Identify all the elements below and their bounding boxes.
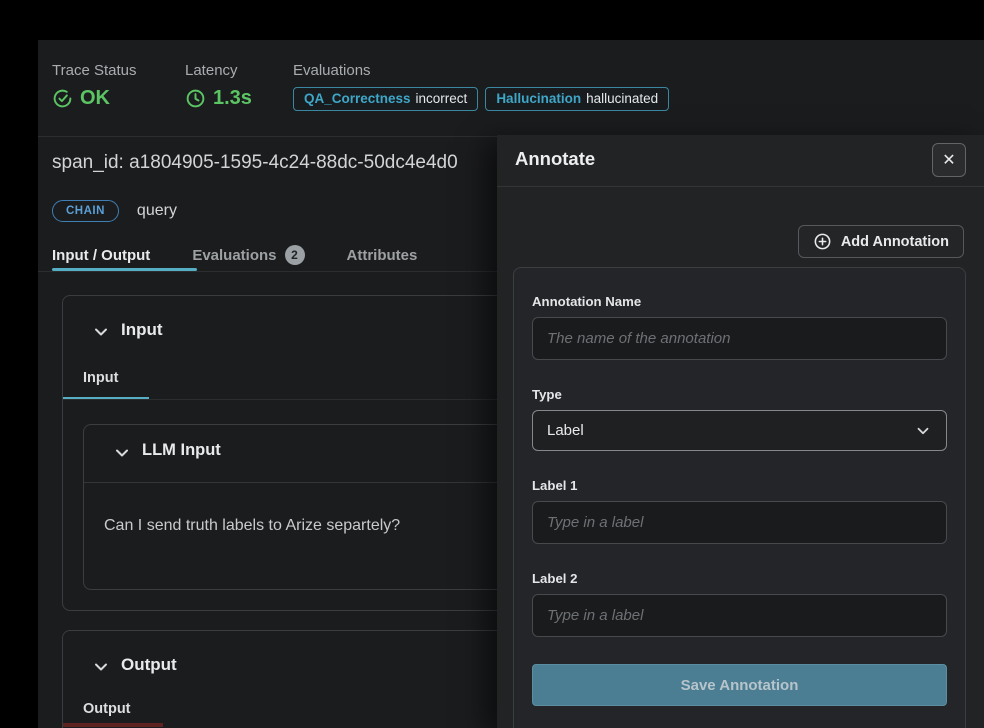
- span-tabs: Input / Output Evaluations 2 Attributes: [52, 245, 417, 265]
- tab-attributes-label: Attributes: [347, 247, 418, 264]
- output-inner-tab[interactable]: Output: [83, 701, 131, 717]
- llm-input-text: Can I send truth labels to Arize separte…: [104, 517, 400, 535]
- annotation-name-input[interactable]: [532, 317, 947, 360]
- save-annotation-button[interactable]: Save Annotation: [532, 664, 947, 706]
- chevron-down-icon[interactable]: [91, 657, 111, 682]
- latency-value: 1.3s: [213, 87, 252, 110]
- screenshot-stage: Trace Status OK Latency 1.3s: [0, 0, 984, 728]
- output-inner-tab-underline: [63, 723, 163, 727]
- annotate-panel-title: Annotate: [515, 148, 595, 170]
- input-section-title[interactable]: Input: [121, 320, 163, 340]
- eval-value: incorrect: [416, 91, 468, 106]
- chevron-down-icon: [914, 422, 932, 440]
- input-inner-tab[interactable]: Input: [83, 370, 118, 386]
- close-icon: ✕: [942, 150, 955, 170]
- label1-label: Label 1: [532, 478, 947, 493]
- tab-input-output-label: Input / Output: [52, 247, 150, 264]
- evaluations-count-badge: 2: [285, 245, 305, 265]
- plus-circle-icon: [813, 232, 832, 251]
- label1-input[interactable]: [532, 501, 947, 544]
- evaluations-metric: Evaluations QA_Correctness incorrect Hall…: [293, 62, 669, 111]
- span-name: query: [137, 202, 177, 220]
- tab-evaluations[interactable]: Evaluations 2: [192, 245, 304, 265]
- label2-label: Label 2: [532, 571, 947, 586]
- trace-status-label: Trace Status: [52, 62, 136, 79]
- chevron-down-icon[interactable]: [91, 322, 111, 347]
- eval-badge-qa-correctness[interactable]: QA_Correctness incorrect: [293, 87, 478, 111]
- annotate-header-divider: [497, 186, 984, 187]
- eval-value: hallucinated: [586, 91, 658, 106]
- type-select[interactable]: Label: [532, 410, 947, 451]
- llm-input-title[interactable]: LLM Input: [142, 441, 221, 460]
- check-circle-icon: [52, 88, 73, 109]
- latency-label: Latency: [185, 62, 252, 79]
- eval-name: QA_Correctness: [304, 91, 411, 106]
- add-annotation-label: Add Annotation: [841, 234, 949, 250]
- latency-metric: Latency 1.3s: [185, 62, 252, 110]
- eval-badge-hallucination[interactable]: Hallucination hallucinated: [485, 87, 669, 111]
- tab-attributes[interactable]: Attributes: [347, 245, 418, 265]
- annotation-form-card: Annotation Name Type Label Label 1 Label…: [513, 267, 966, 728]
- span-kind-badge: CHAIN: [52, 200, 119, 222]
- type-label: Type: [532, 387, 947, 402]
- span-id-heading: span_id: a1804905-1595-4c24-88dc-50dc4e4…: [52, 152, 458, 174]
- add-annotation-button[interactable]: Add Annotation: [798, 225, 964, 258]
- close-button[interactable]: ✕: [932, 143, 966, 177]
- evaluations-label: Evaluations: [293, 62, 669, 79]
- output-section-title[interactable]: Output: [121, 655, 177, 675]
- chevron-down-icon[interactable]: [112, 443, 132, 468]
- tab-evaluations-label: Evaluations: [192, 247, 276, 264]
- trace-status-metric: Trace Status OK: [52, 62, 136, 110]
- annotate-panel: Annotate ✕ Add Annotation Annotation Nam…: [497, 135, 984, 728]
- label2-input[interactable]: [532, 594, 947, 637]
- span-kind-row: CHAIN query: [52, 200, 177, 222]
- eval-name: Hallucination: [496, 91, 581, 106]
- tab-input-output[interactable]: Input / Output: [52, 245, 150, 265]
- type-select-value: Label: [547, 422, 584, 439]
- trace-status-value: OK: [80, 87, 110, 110]
- clock-icon: [185, 88, 206, 109]
- annotation-name-label: Annotation Name: [532, 294, 947, 309]
- save-annotation-label: Save Annotation: [681, 677, 799, 694]
